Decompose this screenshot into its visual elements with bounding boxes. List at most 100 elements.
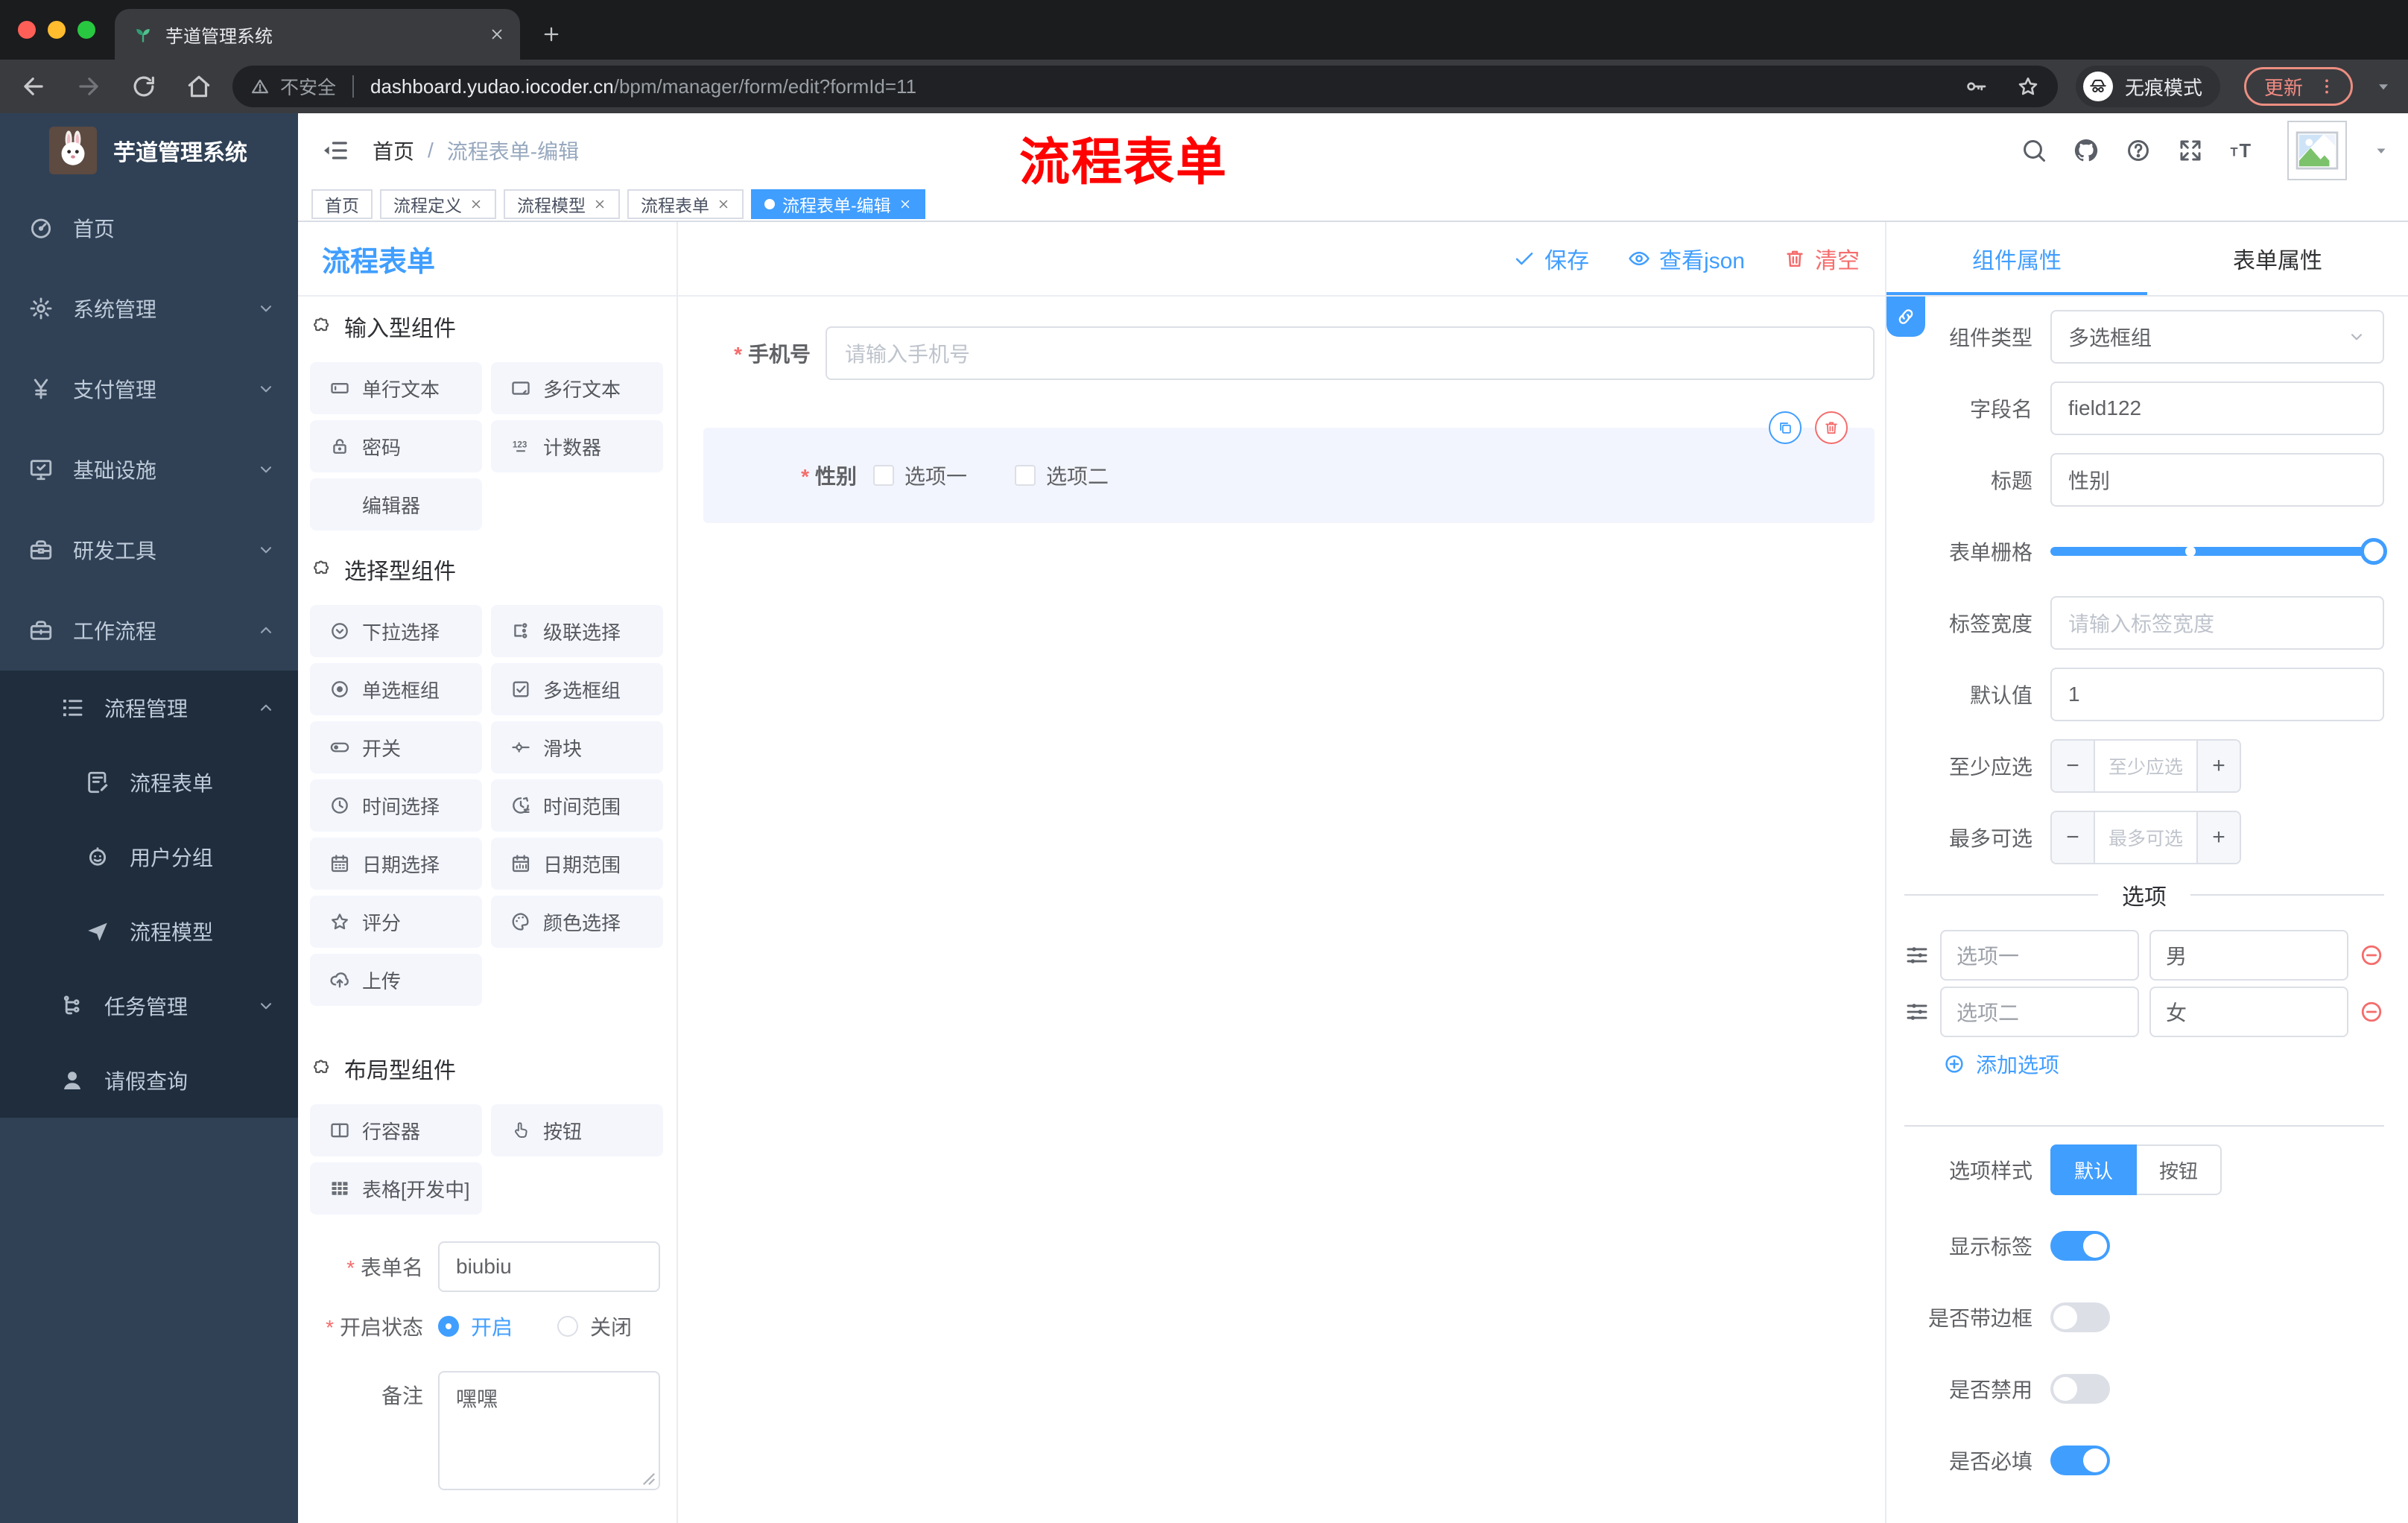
back-icon[interactable] bbox=[19, 72, 48, 101]
option-label-input[interactable]: 选项一 bbox=[1940, 930, 2139, 981]
tab-component-props[interactable]: 组件属性 bbox=[1886, 222, 2147, 295]
close-tag-icon[interactable] bbox=[593, 197, 606, 211]
label-width-input[interactable]: 请输入标签宽度 bbox=[2050, 596, 2384, 650]
drag-handle-icon[interactable] bbox=[1904, 999, 1930, 1025]
sidebar-item-task-mgmt[interactable]: 任务管理 bbox=[0, 969, 298, 1043]
view-json-button[interactable]: 查看json bbox=[1628, 242, 1745, 275]
resize-handle-icon[interactable] bbox=[642, 1472, 656, 1486]
close-window-button[interactable] bbox=[18, 21, 36, 39]
slider-handle[interactable] bbox=[2360, 538, 2387, 565]
chevron-down-icon[interactable] bbox=[2374, 77, 2393, 96]
palette-item-multi-text[interactable]: 多行文本 bbox=[491, 362, 663, 414]
close-tag-icon[interactable] bbox=[469, 197, 483, 211]
reload-icon[interactable] bbox=[130, 72, 158, 101]
browser-update-button[interactable]: 更新 bbox=[2243, 67, 2353, 106]
app-logo[interactable]: 芋道管理系统 bbox=[0, 113, 298, 188]
tag-3[interactable]: 流程表单 bbox=[627, 189, 744, 219]
field-name-input[interactable]: field122 bbox=[2050, 381, 2384, 435]
radio-off[interactable] bbox=[557, 1316, 579, 1337]
sidebar-item-user-group[interactable]: 用户分组 bbox=[0, 820, 298, 894]
new-tab-button[interactable] bbox=[532, 15, 571, 54]
drag-handle-icon[interactable] bbox=[1904, 943, 1930, 968]
user-avatar[interactable] bbox=[2287, 121, 2347, 180]
max-select-input[interactable]: 最多可选 bbox=[2095, 812, 2196, 863]
palette-item-single-text[interactable]: 单行文本 bbox=[310, 362, 482, 414]
gender-option-1[interactable]: 选项二 bbox=[1015, 460, 1109, 490]
palette-item-time-range[interactable]: 时间范围 bbox=[491, 779, 663, 832]
stepper-plus-button[interactable]: + bbox=[2196, 741, 2240, 791]
sidebar-item-process-form[interactable]: 流程表单 bbox=[0, 745, 298, 820]
palette-item-button[interactable]: 按钮 bbox=[491, 1104, 663, 1156]
link-drawer-handle[interactable] bbox=[1886, 297, 1925, 337]
option-value-input[interactable]: 女 bbox=[2149, 987, 2348, 1037]
phone-input[interactable]: 请输入手机号 bbox=[826, 326, 1875, 380]
sidebar-item-payment[interactable]: 支付管理 bbox=[0, 349, 298, 429]
default-value-input[interactable]: 1 bbox=[2050, 668, 2384, 721]
stepper-minus-button[interactable]: − bbox=[2052, 812, 2095, 863]
component-type-select[interactable]: 多选框组 bbox=[2050, 310, 2384, 364]
palette-item-counter[interactable]: 123 计数器 bbox=[491, 420, 663, 472]
close-tab-icon[interactable] bbox=[489, 26, 505, 42]
help-question-icon[interactable] bbox=[2125, 137, 2152, 164]
palette-item-select[interactable]: 下拉选择 bbox=[310, 605, 482, 657]
form-grid-slider[interactable] bbox=[2050, 525, 2387, 578]
sidebar-item-devtools[interactable]: 研发工具 bbox=[0, 510, 298, 590]
style-default-button[interactable]: 默认 bbox=[2050, 1144, 2138, 1195]
palette-item-color-picker[interactable]: 颜色选择 bbox=[491, 896, 663, 948]
sidebar-item-infra[interactable]: 基础设施 bbox=[0, 429, 298, 510]
palette-item-upload[interactable]: 上传 bbox=[310, 954, 482, 1006]
sidebar-item-home[interactable]: 首页 bbox=[0, 188, 298, 268]
font-size-icon[interactable]: TT bbox=[2229, 137, 2256, 164]
sidebar-item-system[interactable]: 系统管理 bbox=[0, 268, 298, 349]
palette-item-password[interactable]: 密码 bbox=[310, 420, 482, 472]
min-select-input[interactable]: 至少应选 bbox=[2095, 741, 2196, 791]
title-input[interactable]: 性别 bbox=[2050, 453, 2384, 507]
hamburger-menu-icon[interactable] bbox=[320, 136, 350, 165]
tag-2[interactable]: 流程模型 bbox=[504, 189, 620, 219]
browser-tab[interactable]: 芋道管理系统 bbox=[115, 9, 520, 60]
password-key-icon[interactable] bbox=[1964, 75, 1988, 98]
toggle-on[interactable] bbox=[2050, 1231, 2110, 1261]
search-icon[interactable] bbox=[2021, 137, 2047, 164]
tag-1[interactable]: 流程定义 bbox=[380, 189, 496, 219]
minimize-window-button[interactable] bbox=[48, 21, 66, 39]
option-label-input[interactable]: 选项二 bbox=[1940, 987, 2139, 1037]
menu-dots-icon[interactable] bbox=[2316, 76, 2337, 97]
bookmark-star-icon[interactable] bbox=[2016, 75, 2040, 98]
checkbox[interactable] bbox=[873, 465, 894, 486]
github-icon[interactable] bbox=[2073, 137, 2100, 164]
add-option-button[interactable]: 添加选项 bbox=[1943, 1048, 2384, 1080]
stepper-minus-button[interactable]: − bbox=[2052, 741, 2095, 791]
palette-item-slider[interactable]: 滑块 bbox=[491, 721, 663, 773]
palette-item-row-container[interactable]: 行容器 bbox=[310, 1104, 482, 1156]
radio-on-label[interactable]: 开启 bbox=[471, 1311, 513, 1341]
palette-item-radio-group[interactable]: 单选框组 bbox=[310, 663, 482, 715]
toggle-on[interactable] bbox=[2050, 1446, 2110, 1475]
form-name-input[interactable]: biubiu bbox=[438, 1241, 660, 1292]
tag-4[interactable]: 流程表单-编辑 bbox=[751, 189, 925, 219]
palette-item-table[interactable]: 表格[开发中] bbox=[310, 1162, 482, 1215]
radio-off-label[interactable]: 关闭 bbox=[590, 1311, 632, 1341]
tag-0[interactable]: 首页 bbox=[311, 189, 373, 219]
close-tag-icon[interactable] bbox=[717, 197, 730, 211]
remove-option-icon[interactable] bbox=[2359, 999, 2384, 1025]
gender-option-0[interactable]: 选项一 bbox=[873, 460, 967, 490]
checkbox[interactable] bbox=[1015, 465, 1036, 486]
palette-item-checkbox-group[interactable]: 多选框组 bbox=[491, 663, 663, 715]
palette-item-cascader[interactable]: 级联选择 bbox=[491, 605, 663, 657]
option-value-input[interactable]: 男 bbox=[2149, 930, 2348, 981]
forward-icon[interactable] bbox=[75, 72, 103, 101]
palette-item-date-picker[interactable]: 日期选择 bbox=[310, 838, 482, 890]
zoom-window-button[interactable] bbox=[77, 21, 95, 39]
palette-item-switch[interactable]: 开关 bbox=[310, 721, 482, 773]
palette-item-date-range[interactable]: 日期范围 bbox=[491, 838, 663, 890]
phone-field-row[interactable]: 手机号 请输入手机号 bbox=[703, 314, 1875, 392]
palette-item-time-picker[interactable]: 时间选择 bbox=[310, 779, 482, 832]
remove-option-icon[interactable] bbox=[2359, 943, 2384, 968]
home-icon[interactable] bbox=[185, 72, 213, 101]
save-button[interactable]: 保存 bbox=[1513, 242, 1589, 275]
sidebar-item-process-mgmt[interactable]: 流程管理 bbox=[0, 671, 298, 745]
tab-form-props[interactable]: 表单属性 bbox=[2147, 222, 2408, 295]
sidebar-item-process-model[interactable]: 流程模型 bbox=[0, 894, 298, 969]
stepper-plus-button[interactable]: + bbox=[2196, 812, 2240, 863]
